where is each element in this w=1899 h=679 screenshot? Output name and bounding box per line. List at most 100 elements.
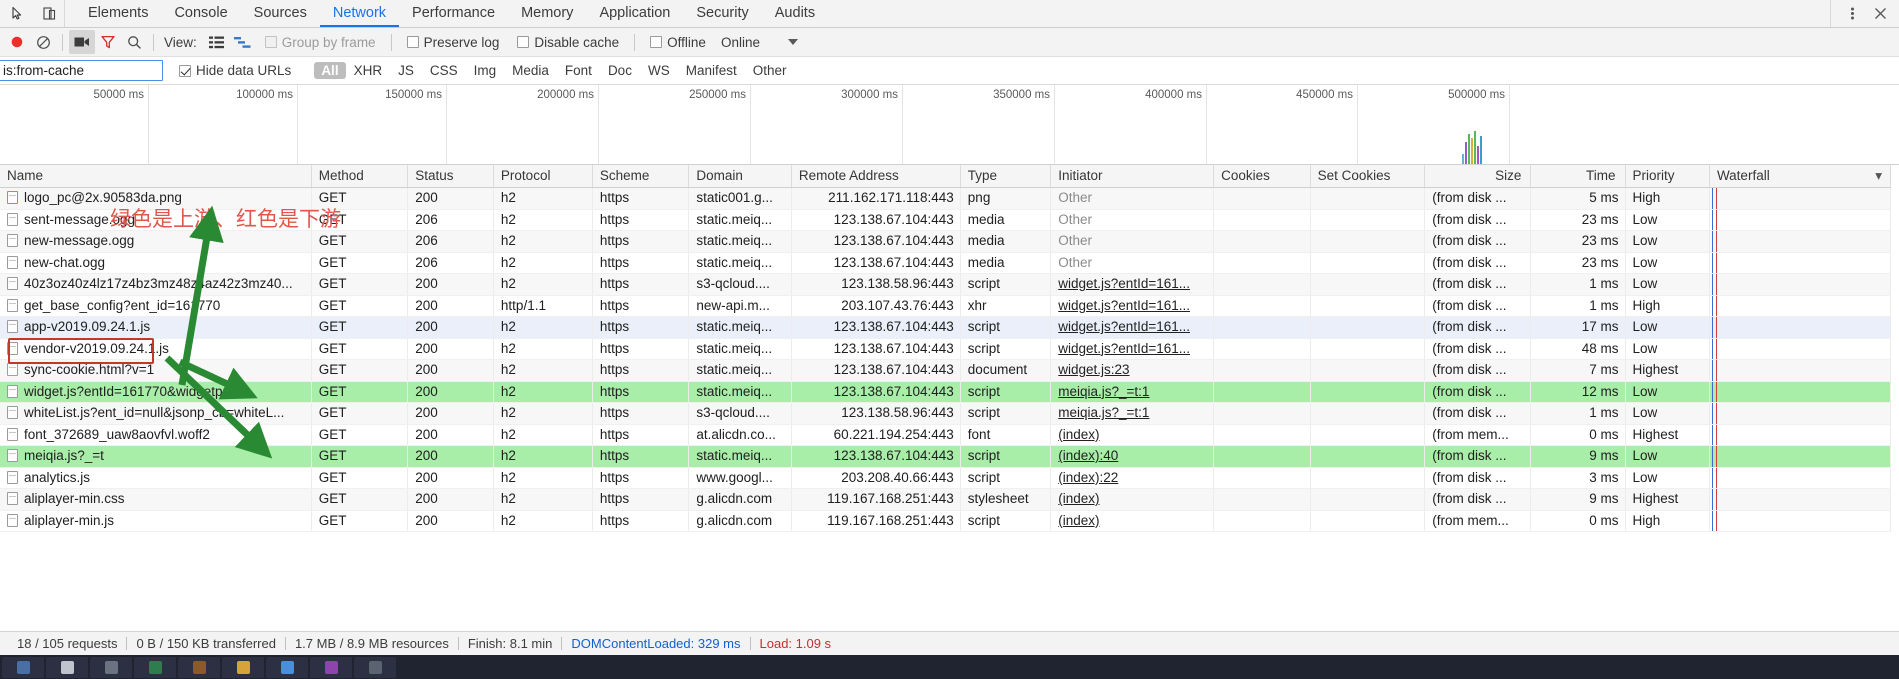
taskbar-item-9[interactable] [354,656,396,678]
close-icon[interactable] [1871,5,1889,23]
filter-type-all[interactable]: All [314,62,346,79]
filter-type-img[interactable]: Img [466,61,505,80]
taskbar-item-1[interactable] [2,656,44,678]
col-header-remote-address[interactable]: Remote Address [791,165,961,188]
cell-waterfall[interactable] [1709,273,1892,296]
cell-waterfall[interactable] [1709,402,1892,425]
cell-waterfall[interactable] [1709,295,1892,317]
clear-button[interactable] [30,30,56,54]
cell-waterfall[interactable] [1709,252,1892,274]
taskbar-item-3[interactable] [90,656,132,678]
tab-performance[interactable]: Performance [399,0,508,27]
initiator-link[interactable]: widget.js?entId=161... [1058,276,1190,291]
cell-name[interactable]: sent-message.ogg [0,209,312,231]
cell-name[interactable]: meiqia.js?_=t [0,445,312,468]
cell-waterfall[interactable] [1709,187,1892,210]
cell-waterfall[interactable] [1709,488,1892,511]
filter-type-media[interactable]: Media [504,61,557,80]
cell-name[interactable]: new-chat.ogg [0,252,312,274]
cell-waterfall[interactable] [1709,445,1892,468]
initiator-link[interactable]: (index):40 [1058,448,1118,463]
tab-elements[interactable]: Elements [75,0,161,27]
col-header-cookies[interactable]: Cookies [1213,165,1311,188]
table-row[interactable]: aliplayer-min.js GET 200 h2 https g.alicdn.co… [0,510,1892,532]
more-options-icon[interactable] [1843,5,1861,23]
cell-name[interactable]: get_base_config?ent_id=161770 [0,295,312,317]
tab-security[interactable]: Security [683,0,761,27]
cell-initiator[interactable]: meiqia.js?_=t:1 [1050,402,1215,425]
network-requests-grid[interactable]: Name Method Status Protocol Scheme Domai… [0,165,1899,631]
col-header-priority[interactable]: Priority [1625,165,1710,188]
cell-name[interactable]: analytics.js [0,467,312,489]
cell-name[interactable]: widget.js?entId=161770&widgetpro=1 [0,381,312,403]
filter-input[interactable] [0,60,163,81]
filter-type-manifest[interactable]: Manifest [678,61,745,80]
cell-name[interactable]: font_372689_uaw8aovfvl.woff2 [0,424,312,446]
cell-name[interactable]: logo_pc@2x.90583da.png [0,187,312,210]
cell-initiator[interactable]: (index):40 [1050,445,1215,468]
col-header-size[interactable]: Size [1424,165,1532,188]
col-header-domain[interactable]: Domain [688,165,792,188]
windows-taskbar[interactable] [0,655,1899,679]
network-overview-timeline[interactable]: 50000 ms 100000 ms 150000 ms 200000 ms 25000… [0,85,1899,165]
col-header-time[interactable]: Time [1530,165,1626,188]
taskbar-item-5[interactable] [178,656,220,678]
initiator-link[interactable]: (index) [1058,513,1099,528]
capture-screenshots-button[interactable] [69,30,95,54]
initiator-link[interactable]: widget.js?entId=161... [1058,319,1190,334]
cell-name[interactable]: aliplayer-min.js [0,510,312,532]
cell-name[interactable]: whiteList.js?ent_id=null&jsonp_cb=whiteL… [0,402,312,425]
cell-initiator[interactable]: widget.js?entId=161... [1050,338,1215,360]
cell-waterfall[interactable] [1709,230,1892,253]
initiator-link[interactable]: (index):22 [1058,470,1118,485]
waterfall-view-icon[interactable] [230,30,256,54]
table-row[interactable]: widget.js?entId=161770&widgetpro=1 GET 200… [0,381,1892,403]
table-row[interactable]: meiqia.js?_=t GET 200 h2 https static.meiq...… [0,445,1892,468]
table-row[interactable]: 40z3oz40z4lz17z4bz3mz48z4az42z3mz40... GE… [0,273,1892,296]
filter-type-ws[interactable]: WS [640,61,678,80]
cell-waterfall[interactable] [1709,424,1892,446]
col-header-set-cookies[interactable]: Set Cookies [1310,165,1426,188]
table-row[interactable]: sync-cookie.html?v=1 GET 200 h2 https static.… [0,359,1892,382]
record-button[interactable] [4,30,30,54]
cell-initiator[interactable]: widget.js?entId=161... [1050,316,1215,339]
filter-button[interactable] [95,30,121,54]
cell-name[interactable]: aliplayer-min.css [0,488,312,511]
filter-type-xhr[interactable]: XHR [346,61,391,80]
cell-waterfall[interactable] [1709,381,1892,403]
cell-name[interactable]: sync-cookie.html?v=1 [0,359,312,382]
cell-initiator[interactable]: (index) [1050,424,1215,446]
table-row[interactable]: new-chat.ogg GET 206 h2 https static.meiq... 1… [0,252,1892,274]
taskbar-item-7[interactable] [266,656,308,678]
col-header-name[interactable]: Name [0,165,312,188]
initiator-link[interactable]: widget.js?entId=161... [1058,298,1190,313]
taskbar-item-8[interactable] [310,656,352,678]
tab-sources[interactable]: Sources [241,0,320,27]
group-by-frame-checkbox[interactable]: Group by frame [256,35,385,50]
table-row[interactable]: logo_pc@2x.90583da.png GET 200 h2 https stati… [0,187,1892,210]
filter-type-doc[interactable]: Doc [600,61,640,80]
cell-initiator[interactable]: meiqia.js?_=t:1 [1050,381,1215,403]
taskbar-item-2[interactable] [46,656,88,678]
table-row[interactable]: analytics.js GET 200 h2 https www.googl... 203… [0,467,1892,489]
col-header-status[interactable]: Status [407,165,494,188]
cell-initiator[interactable]: widget.js?entId=161... [1050,273,1215,296]
throttling-select[interactable]: Online [715,35,804,50]
initiator-link[interactable]: (index) [1058,491,1099,506]
filter-type-other[interactable]: Other [745,61,795,80]
cell-initiator[interactable]: (index) [1050,510,1215,532]
filter-type-js[interactable]: JS [390,61,422,80]
inspect-element-icon[interactable] [8,5,26,23]
table-row[interactable]: new-message.ogg GET 206 h2 https static.meiq.… [0,230,1892,253]
filter-type-font[interactable]: Font [557,61,600,80]
cell-waterfall[interactable] [1709,359,1892,382]
taskbar-item-6[interactable] [222,656,264,678]
initiator-link[interactable]: meiqia.js?_=t:1 [1058,384,1149,399]
tab-network[interactable]: Network [319,0,400,27]
tab-application[interactable]: Application [586,0,683,27]
col-header-initiator[interactable]: Initiator [1050,165,1215,188]
initiator-link[interactable]: widget.js?entId=161... [1058,341,1190,356]
filter-type-css[interactable]: CSS [422,61,466,80]
initiator-link[interactable]: meiqia.js?_=t:1 [1058,405,1149,420]
table-row[interactable]: vendor-v2019.09.24.1.js GET 200 h2 https stat… [0,338,1892,360]
